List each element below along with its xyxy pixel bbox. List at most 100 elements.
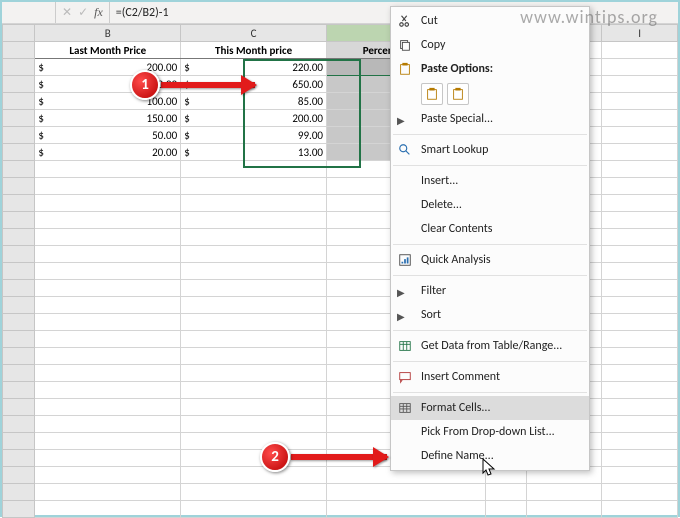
row-header[interactable] <box>3 229 35 246</box>
ctx-insert-comment[interactable]: Insert Comment <box>391 365 589 389</box>
cell[interactable] <box>35 365 181 382</box>
cell[interactable] <box>602 501 678 518</box>
ctx-copy[interactable]: Copy <box>391 33 589 57</box>
cell[interactable] <box>602 280 678 297</box>
cell[interactable] <box>181 161 327 178</box>
cell[interactable] <box>602 195 678 212</box>
cell[interactable] <box>602 382 678 399</box>
col-header-i[interactable]: I <box>602 25 678 42</box>
cell[interactable] <box>181 331 327 348</box>
ctx-pick-from-list[interactable]: Pick From Drop-down List... <box>391 420 589 444</box>
cell[interactable] <box>181 178 327 195</box>
row-header[interactable] <box>3 484 35 501</box>
accept-formula-icon[interactable]: ✓ <box>78 5 88 20</box>
cell[interactable] <box>602 399 678 416</box>
cell[interactable] <box>526 484 602 501</box>
row-header[interactable] <box>3 433 35 450</box>
row-header[interactable] <box>3 161 35 178</box>
cell-c[interactable]: $220.00 <box>181 59 327 76</box>
ctx-sort[interactable]: Sort▶ <box>391 303 589 327</box>
row-header[interactable] <box>3 314 35 331</box>
cell[interactable] <box>35 314 181 331</box>
ctx-clear-contents[interactable]: Clear Contents <box>391 217 589 241</box>
cell[interactable] <box>181 297 327 314</box>
col-header-c[interactable]: C <box>181 25 327 42</box>
cell[interactable] <box>602 42 678 59</box>
ctx-cut[interactable]: Cut <box>391 9 589 33</box>
cell[interactable] <box>602 127 678 144</box>
row-header[interactable] <box>3 93 35 110</box>
cell[interactable] <box>35 501 181 518</box>
row-header[interactable] <box>3 195 35 212</box>
ctx-filter[interactable]: Filter▶ <box>391 279 589 303</box>
cell-b[interactable]: $150.00 <box>35 110 181 127</box>
ctx-get-data[interactable]: Get Data from Table/Range... <box>391 334 589 358</box>
cell[interactable] <box>181 484 327 501</box>
cell[interactable] <box>602 467 678 484</box>
row-header[interactable] <box>3 297 35 314</box>
ctx-format-cells[interactable]: Format Cells... <box>391 396 589 420</box>
cell[interactable] <box>35 178 181 195</box>
row-header[interactable] <box>3 382 35 399</box>
row-header[interactable] <box>3 399 35 416</box>
cell[interactable] <box>35 195 181 212</box>
paste-values-button[interactable] <box>447 83 469 105</box>
cell[interactable] <box>35 484 181 501</box>
cell-c[interactable]: $99.00 <box>181 127 327 144</box>
cell[interactable] <box>35 229 181 246</box>
row-header[interactable] <box>3 348 35 365</box>
cell[interactable] <box>35 212 181 229</box>
row-header[interactable] <box>3 127 35 144</box>
cell-b[interactable]: $20.00 <box>35 144 181 161</box>
cancel-formula-icon[interactable]: ✕ <box>62 5 72 20</box>
cell[interactable] <box>181 433 327 450</box>
select-all-corner[interactable] <box>3 25 35 42</box>
cell[interactable] <box>35 382 181 399</box>
cell-c[interactable]: $200.00 <box>181 110 327 127</box>
cell[interactable] <box>181 229 327 246</box>
cell[interactable] <box>181 416 327 433</box>
row-header[interactable] <box>3 212 35 229</box>
cell[interactable] <box>35 433 181 450</box>
row-header[interactable] <box>3 467 35 484</box>
cell[interactable] <box>35 246 181 263</box>
row-header[interactable] <box>3 450 35 467</box>
row-header[interactable] <box>3 178 35 195</box>
cell[interactable] <box>602 331 678 348</box>
row-header[interactable] <box>3 144 35 161</box>
cell[interactable] <box>602 110 678 127</box>
cell[interactable] <box>602 416 678 433</box>
cell[interactable] <box>181 280 327 297</box>
cell[interactable] <box>602 484 678 501</box>
cell-c[interactable]: $85.00 <box>181 93 327 110</box>
cell[interactable] <box>486 484 527 501</box>
cell[interactable] <box>602 59 678 76</box>
cell[interactable] <box>602 314 678 331</box>
row-header[interactable] <box>3 59 35 76</box>
cell[interactable] <box>35 467 181 484</box>
paste-default-button[interactable] <box>421 83 443 105</box>
header-b[interactable]: Last Month Price <box>35 42 181 59</box>
cell[interactable] <box>35 416 181 433</box>
name-box[interactable] <box>2 2 56 23</box>
ctx-insert[interactable]: Insert... <box>391 169 589 193</box>
row-header[interactable] <box>3 365 35 382</box>
cell[interactable] <box>35 161 181 178</box>
cell[interactable] <box>181 195 327 212</box>
cell[interactable] <box>486 501 527 518</box>
col-header-b[interactable]: B <box>35 25 181 42</box>
row-header[interactable] <box>3 501 35 518</box>
ctx-smart-lookup[interactable]: Smart Lookup <box>391 138 589 162</box>
cell[interactable] <box>35 399 181 416</box>
cell[interactable] <box>602 229 678 246</box>
cell[interactable] <box>602 263 678 280</box>
cell[interactable] <box>181 399 327 416</box>
cell[interactable] <box>602 297 678 314</box>
cell[interactable] <box>602 93 678 110</box>
cell[interactable] <box>181 501 327 518</box>
ctx-paste-special[interactable]: Paste Special... ▶ <box>391 107 589 131</box>
cell[interactable] <box>181 246 327 263</box>
cell[interactable] <box>602 433 678 450</box>
ctx-delete[interactable]: Delete... <box>391 193 589 217</box>
ctx-quick-analysis[interactable]: Quick Analysis <box>391 248 589 272</box>
